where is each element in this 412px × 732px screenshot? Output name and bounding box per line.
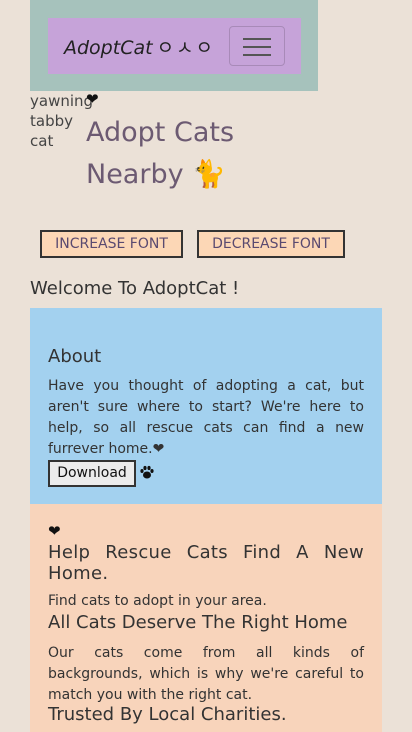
all-cats-text: Our cats come from all kinds of backgrou… [48, 645, 364, 703]
heart-icon: ❤ [48, 522, 61, 540]
about-title: About [48, 346, 102, 367]
navbar: AdoptCat ㅇㅅㅇ [30, 0, 318, 91]
trusted-title: Trusted By Local Charities. [48, 704, 287, 725]
all-cats-title: All Cats Deserve The Right Home [48, 612, 348, 633]
page-title: Adopt Cats Nearby 🐈 [86, 117, 235, 190]
brand-korean[interactable]: ㅇㅅㅇ [157, 37, 215, 59]
help-title: Help Rescue Cats Find A New Home. [48, 542, 364, 584]
help-subtitle: Find cats to adopt in your area. [48, 593, 267, 609]
navbar-inner: AdoptCat ㅇㅅㅇ [48, 18, 301, 74]
image-alt-text: yawning tabby cat [30, 92, 94, 150]
brand-logo[interactable]: AdoptCat ㅇㅅㅇ [64, 33, 215, 60]
welcome-text: Welcome To AdoptCat ! [30, 278, 240, 299]
download-button[interactable]: Download [48, 460, 136, 487]
increase-font-button[interactable]: INCREASE FONT [40, 230, 183, 258]
brand-name[interactable]: AdoptCat [64, 37, 153, 59]
hero-cat-image: yawning tabby cat [30, 91, 94, 171]
about-text: Have you thought of adopting a cat, but … [48, 378, 364, 457]
about-section: About Have you thought of adopting a cat… [30, 308, 382, 504]
navbar-toggler-button[interactable] [229, 26, 285, 66]
decrease-font-button[interactable]: DECREASE FONT [197, 230, 345, 258]
paw-icon [140, 465, 154, 479]
help-section: ❤ Help Rescue Cats Find A New Home. Find… [30, 504, 382, 732]
heart-icon: ❤ [86, 90, 99, 108]
